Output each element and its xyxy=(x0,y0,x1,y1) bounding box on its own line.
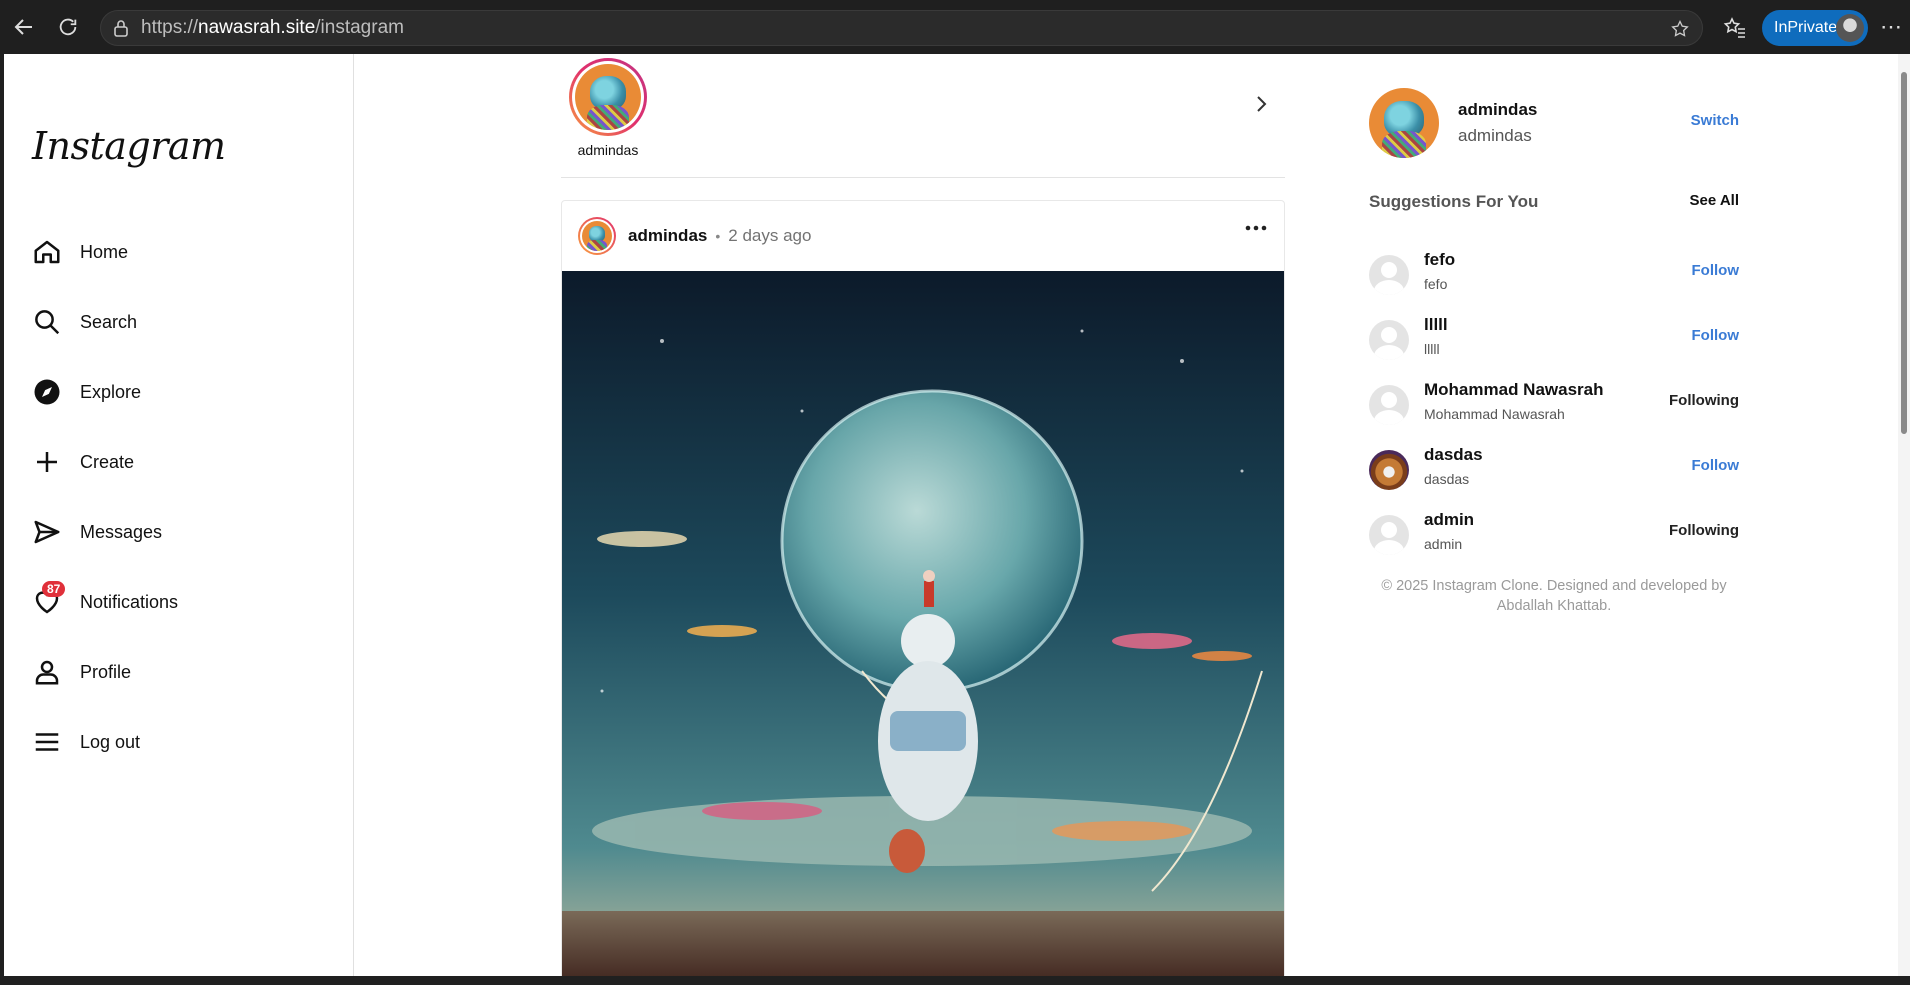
window-bottom-edge xyxy=(0,976,1910,985)
suggestion-username[interactable]: Mohammad Nawasrah xyxy=(1424,380,1604,400)
profile-avatar-icon xyxy=(1836,14,1864,42)
stories-bar: admindas xyxy=(561,54,1285,178)
suggestion-item: fefo fefo Follow xyxy=(1369,250,1739,298)
sidebar-item-label: Search xyxy=(80,311,138,332)
post-image[interactable] xyxy=(562,271,1284,976)
menu-icon xyxy=(35,733,59,751)
post-card: admindas • 2 days ago xyxy=(561,200,1285,976)
suggestion-name: lllll xyxy=(1424,341,1440,357)
inprivate-button[interactable]: InPrivate xyxy=(1762,10,1868,46)
suggestion-username[interactable]: lllll xyxy=(1424,315,1448,335)
url-text: https://nawasrah.site/instagram xyxy=(141,17,404,38)
sidebar: Instagram Home Search Explore Create Mes… xyxy=(4,54,354,976)
current-user-name: admindas xyxy=(1458,126,1532,145)
suggestions-title: Suggestions For You xyxy=(1369,192,1539,211)
dog-avatar-icon[interactable] xyxy=(1369,450,1409,490)
current-user-avatar[interactable] xyxy=(1369,88,1439,158)
story-username: admindas xyxy=(577,142,639,158)
copyright-line: © 2025 Instagram Clone. Designed and dev… xyxy=(1381,578,1727,594)
sidebar-item-label: Log out xyxy=(80,731,141,752)
notification-count-badge: 87 xyxy=(42,581,66,597)
scrollbar-thumb[interactable] xyxy=(1901,72,1907,434)
refresh-icon[interactable] xyxy=(48,7,88,47)
suggestion-item: dasdas dasdas Follow xyxy=(1369,445,1739,493)
sidebar-item-logout[interactable]: Log out xyxy=(32,722,140,762)
story-ring xyxy=(569,58,647,136)
following-button[interactable]: Following xyxy=(1669,522,1739,539)
follow-button[interactable]: Follow xyxy=(1692,327,1740,344)
sidebar-item-search[interactable]: Search xyxy=(32,302,137,342)
search-icon xyxy=(35,310,60,335)
post-header: admindas • 2 days ago xyxy=(562,201,1284,271)
lock-icon xyxy=(113,19,129,37)
sidebar-item-notifications[interactable]: 87 Notifications xyxy=(32,581,179,622)
story-avatar xyxy=(575,64,641,130)
suggestion-username[interactable]: fefo xyxy=(1424,250,1455,270)
sidebar-item-label: Profile xyxy=(80,661,132,682)
suggestion-username[interactable]: admin xyxy=(1424,510,1474,530)
default-avatar-icon[interactable] xyxy=(1369,320,1409,360)
sidebar-item-label: Create xyxy=(80,451,135,472)
address-bar[interactable]: https://nawasrah.site/instagram xyxy=(100,10,1703,46)
switch-account-button[interactable]: Switch xyxy=(1691,112,1739,129)
sidebar-item-create[interactable]: Create xyxy=(32,442,134,482)
home-icon xyxy=(34,240,60,264)
instagram-logo[interactable]: Instagram xyxy=(32,124,226,168)
sidebar-item-explore[interactable]: Explore xyxy=(32,372,141,412)
favorite-star-icon[interactable] xyxy=(1670,19,1690,44)
current-user-card: admindas admindas Switch xyxy=(1369,88,1739,158)
sidebar-item-label: Notifications xyxy=(80,591,179,612)
suggestion-name: dasdas xyxy=(1424,471,1470,487)
sidebar-item-profile[interactable]: Profile xyxy=(32,652,131,692)
default-avatar-icon[interactable] xyxy=(1369,515,1409,555)
suggestion-item: lllll lllll Follow xyxy=(1369,315,1739,363)
post-timestamp: 2 days ago xyxy=(728,226,812,245)
suggestion-username[interactable]: dasdas xyxy=(1424,445,1483,465)
back-icon[interactable] xyxy=(4,7,44,47)
copyright-footer: © 2025 Instagram Clone. Designed and dev… xyxy=(1369,576,1739,616)
suggestion-item: admin admin Following xyxy=(1369,510,1739,558)
see-all-button[interactable]: See All xyxy=(1690,192,1739,212)
current-username[interactable]: admindas xyxy=(1458,100,1537,120)
follow-button[interactable]: Follow xyxy=(1692,457,1740,474)
suggestion-name: fefo xyxy=(1424,276,1448,292)
sidebar-item-messages[interactable]: Messages xyxy=(32,512,162,552)
default-avatar-icon[interactable] xyxy=(1369,255,1409,295)
user-icon xyxy=(35,660,59,685)
post-avatar[interactable] xyxy=(578,217,616,255)
more-options-icon[interactable] xyxy=(1244,223,1268,233)
page-scrollbar[interactable] xyxy=(1898,54,1910,976)
post-separator: • xyxy=(715,228,721,244)
sidebar-item-label: Messages xyxy=(80,521,163,542)
page-viewport: Instagram Home Search Explore Create Mes… xyxy=(4,54,1898,976)
sidebar-item-home[interactable]: Home xyxy=(32,232,128,272)
plus-icon xyxy=(37,452,57,472)
chevron-right-icon[interactable] xyxy=(1249,92,1273,116)
suggestion-name: admin xyxy=(1424,536,1463,552)
follow-button[interactable]: Follow xyxy=(1692,262,1740,279)
suggestion-name: Mohammad Nawasrah xyxy=(1424,406,1565,422)
inprivate-label: InPrivate xyxy=(1774,19,1838,36)
suggestions-header: Suggestions For You See All xyxy=(1369,192,1739,212)
suggestion-item: Mohammad Nawasrah Mohammad Nawasrah Foll… xyxy=(1369,380,1739,428)
browser-toolbar: https://nawasrah.site/instagram InPrivat… xyxy=(0,0,1910,54)
default-avatar-icon[interactable] xyxy=(1369,385,1409,425)
sidebar-item-label: Explore xyxy=(80,381,142,402)
more-icon[interactable]: ⋯ xyxy=(1880,14,1902,40)
send-icon xyxy=(34,520,60,544)
story-item[interactable]: admindas xyxy=(569,58,647,158)
post-username[interactable]: admindas xyxy=(628,226,707,246)
favorites-icon[interactable] xyxy=(1723,16,1747,45)
author-credit: Abdallah Khattab. xyxy=(1496,598,1612,614)
sidebar-item-label: Home xyxy=(80,241,129,262)
following-button[interactable]: Following xyxy=(1669,392,1739,409)
compass-icon xyxy=(34,379,60,405)
